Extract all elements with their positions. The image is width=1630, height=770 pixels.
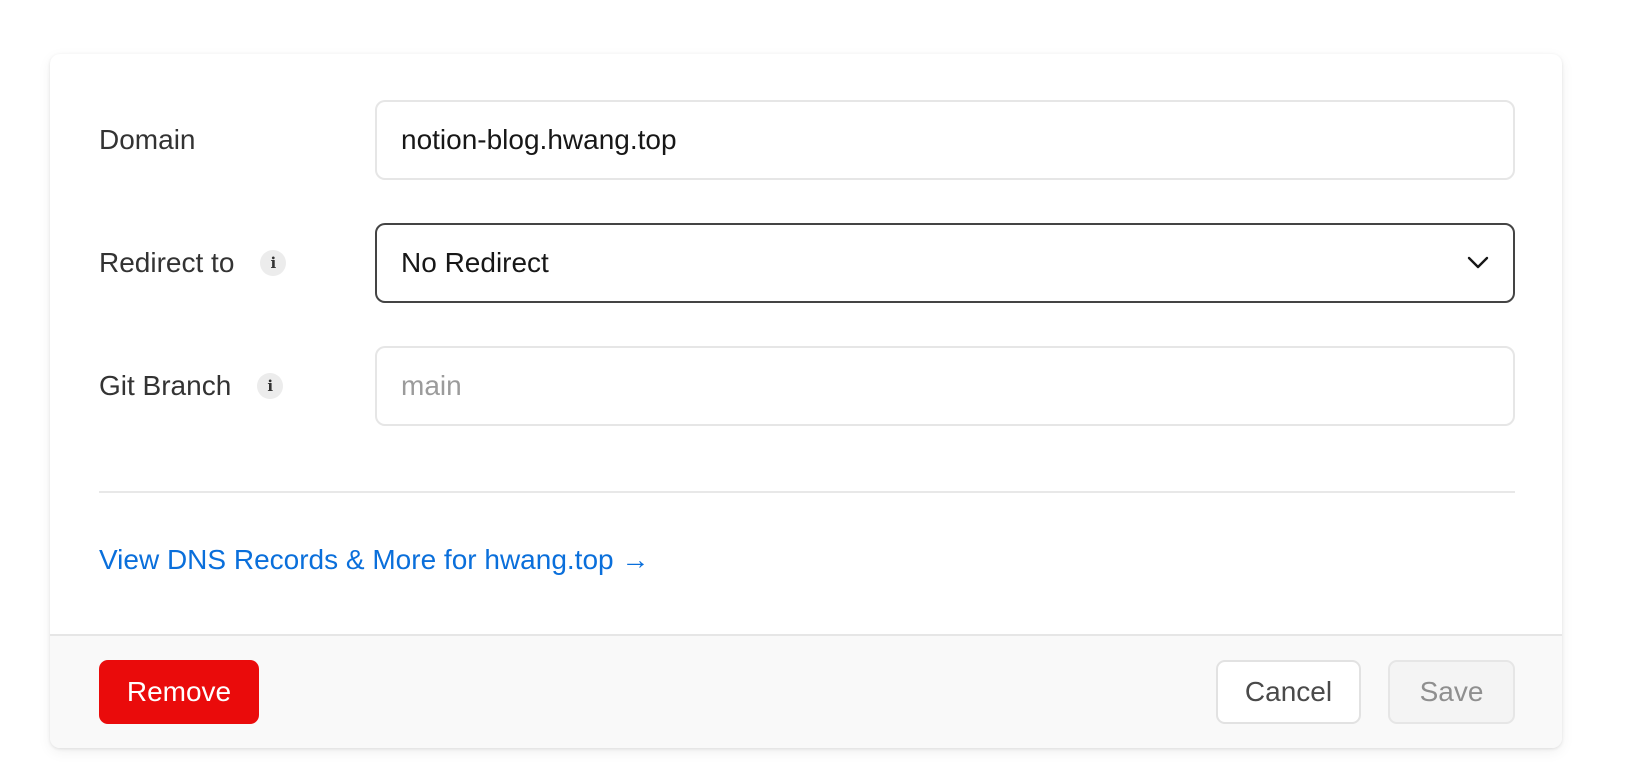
domain-input-value: notion-blog.hwang.top (401, 124, 677, 155)
redirect-label-text: Redirect to (99, 247, 235, 278)
domain-input[interactable]: notion-blog.hwang.top (375, 100, 1515, 180)
card-footer: Remove Cancel Save (50, 634, 1562, 748)
git-branch-label: Git Branch i (99, 346, 284, 426)
redirect-info-icon[interactable]: i (260, 250, 287, 276)
redirect-selected-value: No Redirect (401, 247, 549, 278)
domain-settings-card: Domain notion-blog.hwang.top Redirect to… (50, 54, 1562, 748)
save-button[interactable]: Save (1388, 660, 1515, 724)
domain-row: Domain notion-blog.hwang.top (99, 100, 1515, 180)
card-body: Domain notion-blog.hwang.top Redirect to… (50, 54, 1562, 634)
redirect-label: Redirect to i (99, 223, 287, 303)
git-branch-placeholder: main (401, 370, 462, 401)
git-branch-input[interactable]: main (375, 346, 1515, 426)
domain-label-text: Domain (99, 124, 196, 155)
cancel-button[interactable]: Cancel (1216, 660, 1361, 724)
view-dns-records-link[interactable]: View DNS Records & More for hwang.top → (99, 544, 649, 576)
chevron-down-icon (1467, 256, 1489, 269)
git-branch-row: Git Branch i main (99, 346, 1515, 426)
remove-button[interactable]: Remove (99, 660, 259, 724)
git-branch-label-text: Git Branch (99, 370, 232, 401)
redirect-row: Redirect to i No Redirect (99, 223, 1515, 303)
domain-label: Domain (99, 100, 195, 180)
redirect-select[interactable]: No Redirect (375, 223, 1515, 303)
git-branch-info-icon[interactable]: i (257, 373, 284, 399)
divider (99, 491, 1515, 493)
